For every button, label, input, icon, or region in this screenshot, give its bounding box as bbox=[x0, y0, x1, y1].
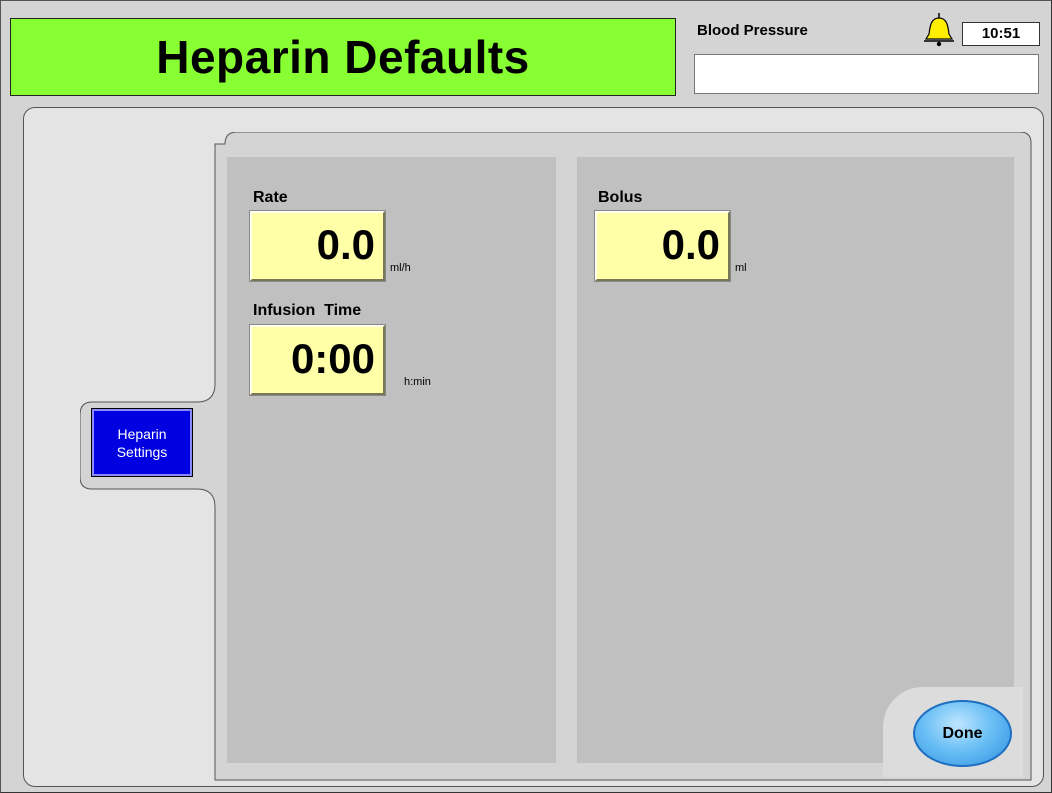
infusion-time-label: Infusion Time bbox=[253, 302, 362, 319]
page-title: Heparin Defaults bbox=[156, 31, 530, 83]
page-title-bar: Heparin Defaults bbox=[10, 18, 676, 96]
clock-display: 10:51 bbox=[962, 22, 1040, 46]
bolus-unit: ml bbox=[735, 262, 747, 274]
bolus-label: Bolus bbox=[598, 189, 643, 206]
blood-pressure-label: Blood Pressure bbox=[697, 22, 808, 39]
rate-label: Rate bbox=[253, 189, 288, 206]
heparin-settings-label-1: Heparin bbox=[117, 425, 167, 442]
rate-value-field[interactable]: 0.0 bbox=[249, 210, 386, 282]
rate-unit: ml/h bbox=[390, 262, 411, 274]
bolus-value-field[interactable]: 0.0 bbox=[594, 210, 731, 282]
done-button[interactable]: Done bbox=[913, 700, 1012, 767]
heparin-settings-label-2: Settings bbox=[116, 443, 168, 460]
blood-pressure-display bbox=[694, 54, 1039, 94]
bell-icon[interactable] bbox=[921, 12, 957, 48]
infusion-time-unit: h:min bbox=[404, 376, 431, 388]
infusion-time-value-field[interactable]: 0:00 bbox=[249, 324, 386, 396]
heparin-settings-tab[interactable]: Heparin Settings bbox=[91, 408, 193, 477]
